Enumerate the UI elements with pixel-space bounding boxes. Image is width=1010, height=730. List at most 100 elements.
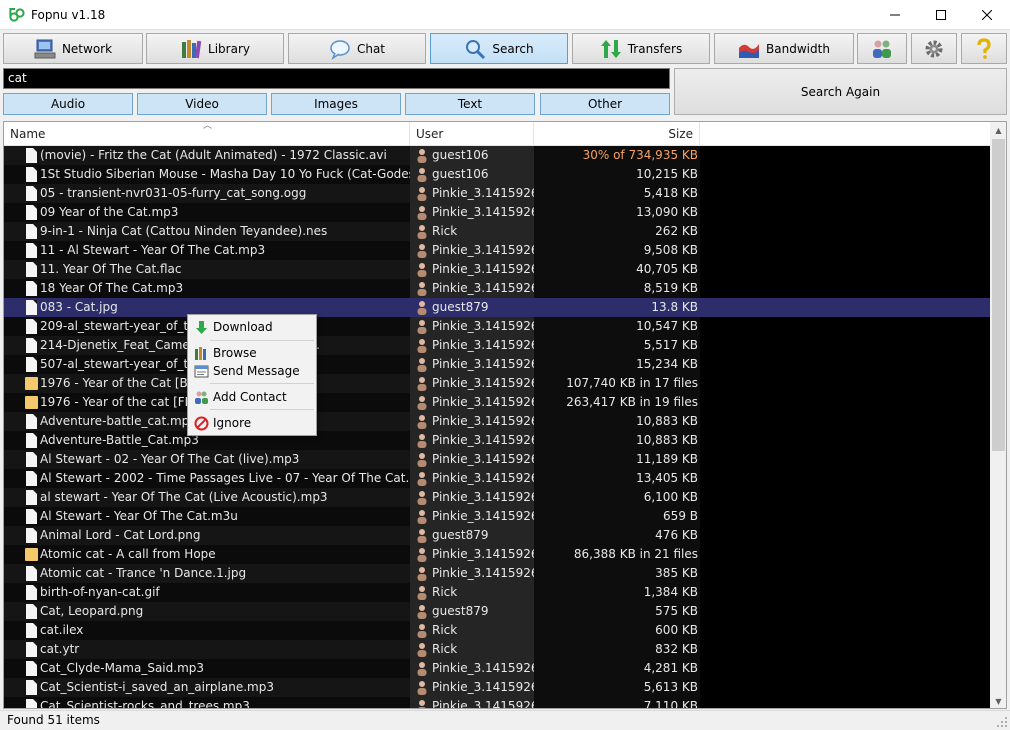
context-menu: Download Browse Send Message Add Contact… (187, 314, 317, 436)
table-row[interactable]: 507-al_stewart-year_of_the_cat Pinkie_3.1… (4, 355, 990, 374)
column-header-user[interactable]: User (410, 122, 534, 146)
filter-audio-button[interactable]: Audio (3, 93, 133, 115)
table-row[interactable]: 09 Year of the Cat.mp3 Pinkie_3.1415926..… (4, 203, 990, 222)
menu-item-download-label: Download (213, 320, 273, 334)
column-header-name[interactable]: Name (4, 122, 410, 146)
table-row[interactable]: (movie) - Fritz the Cat (Adult Animated)… (4, 146, 990, 165)
table-row[interactable]: 1St Studio Siberian Mouse - Masha Day 10… (4, 165, 990, 184)
table-row[interactable]: 209-al_stewart-year_of_the_cat Pinkie_3.1… (4, 317, 990, 336)
table-row[interactable]: birth-of-nyan-cat.gif Rick 1,384 KB (4, 583, 990, 602)
table-row[interactable]: 1976 - Year of the cat [FLAC] Pinkie_3.14… (4, 393, 990, 412)
cell-size: 8,519 KB (534, 279, 700, 298)
tab-transfers[interactable]: Transfers (572, 33, 710, 64)
table-row[interactable]: Adventure-Battle_Cat.mp3 Pinkie_3.1415926… (4, 431, 990, 450)
cell-empty (700, 317, 990, 336)
user-name: Pinkie_3.1415926... (432, 547, 534, 561)
column-header-size[interactable]: Size (534, 122, 700, 146)
user-icon (417, 225, 427, 239)
cell-user: Pinkie_3.1415926... (410, 412, 534, 431)
vertical-scrollbar[interactable]: ▲ ▼ (990, 122, 1006, 708)
table-row[interactable]: 1976 - Year of the Cat [Bonus] Pinkie_3.1… (4, 374, 990, 393)
table-row[interactable]: Cat_Scientist-rocks_and_trees.mp3 Pinkie_… (4, 697, 990, 708)
tab-search[interactable]: Search (430, 33, 568, 64)
file-name: Al Stewart - 2002 - Time Passages Live -… (40, 471, 410, 485)
scroll-up-icon[interactable]: ▲ (990, 122, 1006, 139)
help-button[interactable] (961, 33, 1007, 64)
minimize-icon (890, 14, 900, 16)
table-row[interactable]: Atomic cat - A call from Hope Pinkie_3.14… (4, 545, 990, 564)
cell-name: Cat_Clyde-Mama_Said.mp3 (4, 659, 410, 678)
cell-name: cat.ilex (4, 621, 410, 640)
table-row[interactable]: Al Stewart - 02 - Year Of The Cat (live)… (4, 450, 990, 469)
cell-name: 11 - Al Stewart - Year Of The Cat.mp3 (4, 241, 410, 260)
file-icon (26, 623, 37, 638)
table-row[interactable]: Cat_Scientist-i_saved_an_airplane.mp3 Pin… (4, 678, 990, 697)
table-row[interactable]: Al Stewart - Year Of The Cat.m3u Pinkie_3… (4, 507, 990, 526)
table-row[interactable]: Atomic cat - Trance 'n Dance.1.jpg Pinkie… (4, 564, 990, 583)
contacts-button[interactable] (857, 33, 907, 64)
menu-separator (210, 409, 314, 410)
filter-other-button[interactable]: Other (540, 93, 670, 115)
tab-library[interactable]: Library (146, 33, 284, 64)
table-row[interactable]: 214-Djenetix_Feat_Cameron_...The_Devil)-… (4, 336, 990, 355)
menu-item-download[interactable]: Download (190, 317, 316, 337)
table-row[interactable]: Al Stewart - 2002 - Time Passages Live -… (4, 469, 990, 488)
file-name: cat.ilex (40, 623, 84, 637)
close-button[interactable] (964, 0, 1010, 30)
user-name: Pinkie_3.1415926... (432, 243, 534, 257)
table-row[interactable]: al stewart - Year Of The Cat (Live Acous… (4, 488, 990, 507)
user-icon (417, 472, 427, 486)
scrollbar-thumb[interactable] (992, 139, 1005, 451)
table-row[interactable]: Adventure-battle_cat.mp3 Pinkie_3.1415926… (4, 412, 990, 431)
table-row[interactable]: 9-in-1 - Ninja Cat (Cattou Ninden Teyand… (4, 222, 990, 241)
file-name: 09 Year of the Cat.mp3 (40, 205, 179, 219)
table-row[interactable]: 11 - Al Stewart - Year Of The Cat.mp3 Pin… (4, 241, 990, 260)
tab-chat[interactable]: Chat (288, 33, 426, 64)
file-icon (26, 433, 37, 448)
cell-size: 4,281 KB (534, 659, 700, 678)
user-icon (417, 529, 427, 543)
menu-item-ignore[interactable]: Ignore (190, 413, 316, 433)
menu-item-send-message[interactable]: Send Message (190, 361, 316, 381)
table-row[interactable]: cat.ytr Rick 832 KB (4, 640, 990, 659)
user-icon (417, 320, 427, 334)
menu-item-ignore-label: Ignore (213, 416, 252, 430)
user-name: guest106 (432, 167, 489, 181)
table-row[interactable]: Animal Lord - Cat Lord.png guest879 476 KB (4, 526, 990, 545)
file-icon (26, 281, 37, 296)
table-row[interactable]: 05 - transient-nvr031-05-furry_cat_song.… (4, 184, 990, 203)
cell-name: Cat_Scientist-i_saved_an_airplane.mp3 (4, 678, 410, 697)
table-row[interactable]: cat.ilex Rick 600 KB (4, 621, 990, 640)
search-again-button[interactable]: Search Again (674, 68, 1007, 115)
cell-size: 11,189 KB (534, 450, 700, 469)
filter-images-button[interactable]: Images (271, 93, 401, 115)
menu-item-browse[interactable]: Browse (190, 343, 316, 363)
folder-icon (25, 377, 38, 390)
cell-user: Pinkie_3.1415926... (410, 488, 534, 507)
user-name: Pinkie_3.1415926... (432, 357, 534, 371)
scroll-down-icon[interactable]: ▼ (990, 693, 1006, 708)
tab-network-label: Network (61, 41, 113, 56)
minimize-button[interactable] (872, 0, 918, 30)
cell-user: Pinkie_3.1415926... (410, 241, 534, 260)
search-input[interactable]: cat (3, 68, 670, 89)
tab-bandwidth[interactable]: Bandwidth (714, 33, 854, 64)
filter-video-button[interactable]: Video (137, 93, 267, 115)
help-question-icon (977, 37, 991, 59)
cell-user: Pinkie_3.1415926... (410, 203, 534, 222)
filter-text-button[interactable]: Text (405, 93, 535, 115)
table-row[interactable]: Cat_Clyde-Mama_Said.mp3 Pinkie_3.1415926.… (4, 659, 990, 678)
maximize-button[interactable] (918, 0, 964, 30)
resize-grip-icon[interactable] (996, 716, 1008, 728)
cell-user: Pinkie_3.1415926... (410, 507, 534, 526)
user-icon (417, 681, 427, 695)
table-row[interactable]: 11. Year Of The Cat.flac Pinkie_3.1415926… (4, 260, 990, 279)
tab-network[interactable]: Network (3, 33, 143, 64)
table-row[interactable]: Cat, Leopard.png guest879 575 KB (4, 602, 990, 621)
table-row[interactable]: 18 Year Of The Cat.mp3 Pinkie_3.1415926..… (4, 279, 990, 298)
tab-transfers-label: Transfers (627, 41, 683, 56)
menu-item-add-contact[interactable]: Add Contact (190, 387, 316, 407)
table-row[interactable]: 083 - Cat.jpg guest879 13.8 KB (4, 298, 990, 317)
file-icon (26, 699, 37, 708)
settings-button[interactable] (911, 33, 957, 64)
